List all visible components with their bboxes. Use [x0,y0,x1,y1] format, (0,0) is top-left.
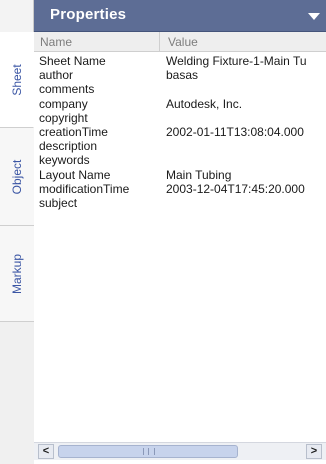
property-name: Layout Name [39,167,111,182]
tab-sheet-label: Sheet [9,63,24,96]
property-name: copyright [39,110,88,125]
property-name: comments [39,82,95,97]
scrollbar-thumb[interactable] [58,445,238,458]
property-value: basas [166,68,199,83]
tab-sheet[interactable]: Sheet [0,32,34,128]
scroll-left-button[interactable]: < [38,444,54,459]
property-name: company [39,96,88,111]
property-value: Autodesk, Inc. [166,96,243,111]
property-name: creationTime [39,124,108,139]
tab-markup[interactable]: Markup [0,226,34,322]
property-name: keywords [39,153,90,168]
property-list: Sheet Name Welding Fixture-1-Main Tu auth… [34,54,326,210]
property-row[interactable]: subject [34,196,326,210]
column-divider[interactable] [159,32,160,52]
property-name: modificationTime [39,181,130,196]
tab-strip-filler [0,322,34,464]
property-value: 2003-12-04T17:45:20.000 [166,181,305,196]
property-row[interactable]: copyright [34,111,326,125]
grip-icon [143,448,155,455]
property-row[interactable]: description [34,139,326,153]
properties-panel: Properties Name Value Sheet Name Welding … [34,0,326,464]
property-value: 2002-01-11T13:08:04.000 [166,124,304,139]
property-row[interactable]: Layout Name Main Tubing [34,168,326,182]
vertical-tab-strip: Sheet Object Markup [0,0,34,464]
column-header-name[interactable]: Name [40,35,72,49]
property-row[interactable]: company Autodesk, Inc. [34,97,326,111]
property-value: Main Tubing [166,167,232,182]
property-row[interactable]: comments [34,82,326,96]
tab-markup-label: Markup [10,253,24,294]
property-name: Sheet Name [39,54,106,68]
chevron-down-icon[interactable] [308,13,320,20]
property-name: author [39,68,74,83]
scroll-right-button[interactable]: > [306,444,322,459]
property-row[interactable]: keywords [34,153,326,167]
tab-object-label: Object [10,159,24,194]
panel-titlebar: Properties [34,0,326,32]
property-row[interactable]: modificationTime 2003-12-04T17:45:20.000 [34,182,326,196]
property-row[interactable]: author basas [34,68,326,82]
property-name: subject [39,195,78,210]
property-row[interactable]: Sheet Name Welding Fixture-1-Main Tu [34,54,326,68]
property-row[interactable]: creationTime 2002-01-11T13:08:04.000 [34,125,326,139]
column-header: Name Value [34,32,326,52]
tab-object[interactable]: Object [0,128,34,226]
panel-title: Properties [50,6,127,23]
horizontal-scrollbar[interactable]: < > [34,442,326,460]
property-value: Welding Fixture-1-Main Tu [166,54,307,68]
property-name: description [39,139,98,154]
column-header-value[interactable]: Value [168,35,198,49]
